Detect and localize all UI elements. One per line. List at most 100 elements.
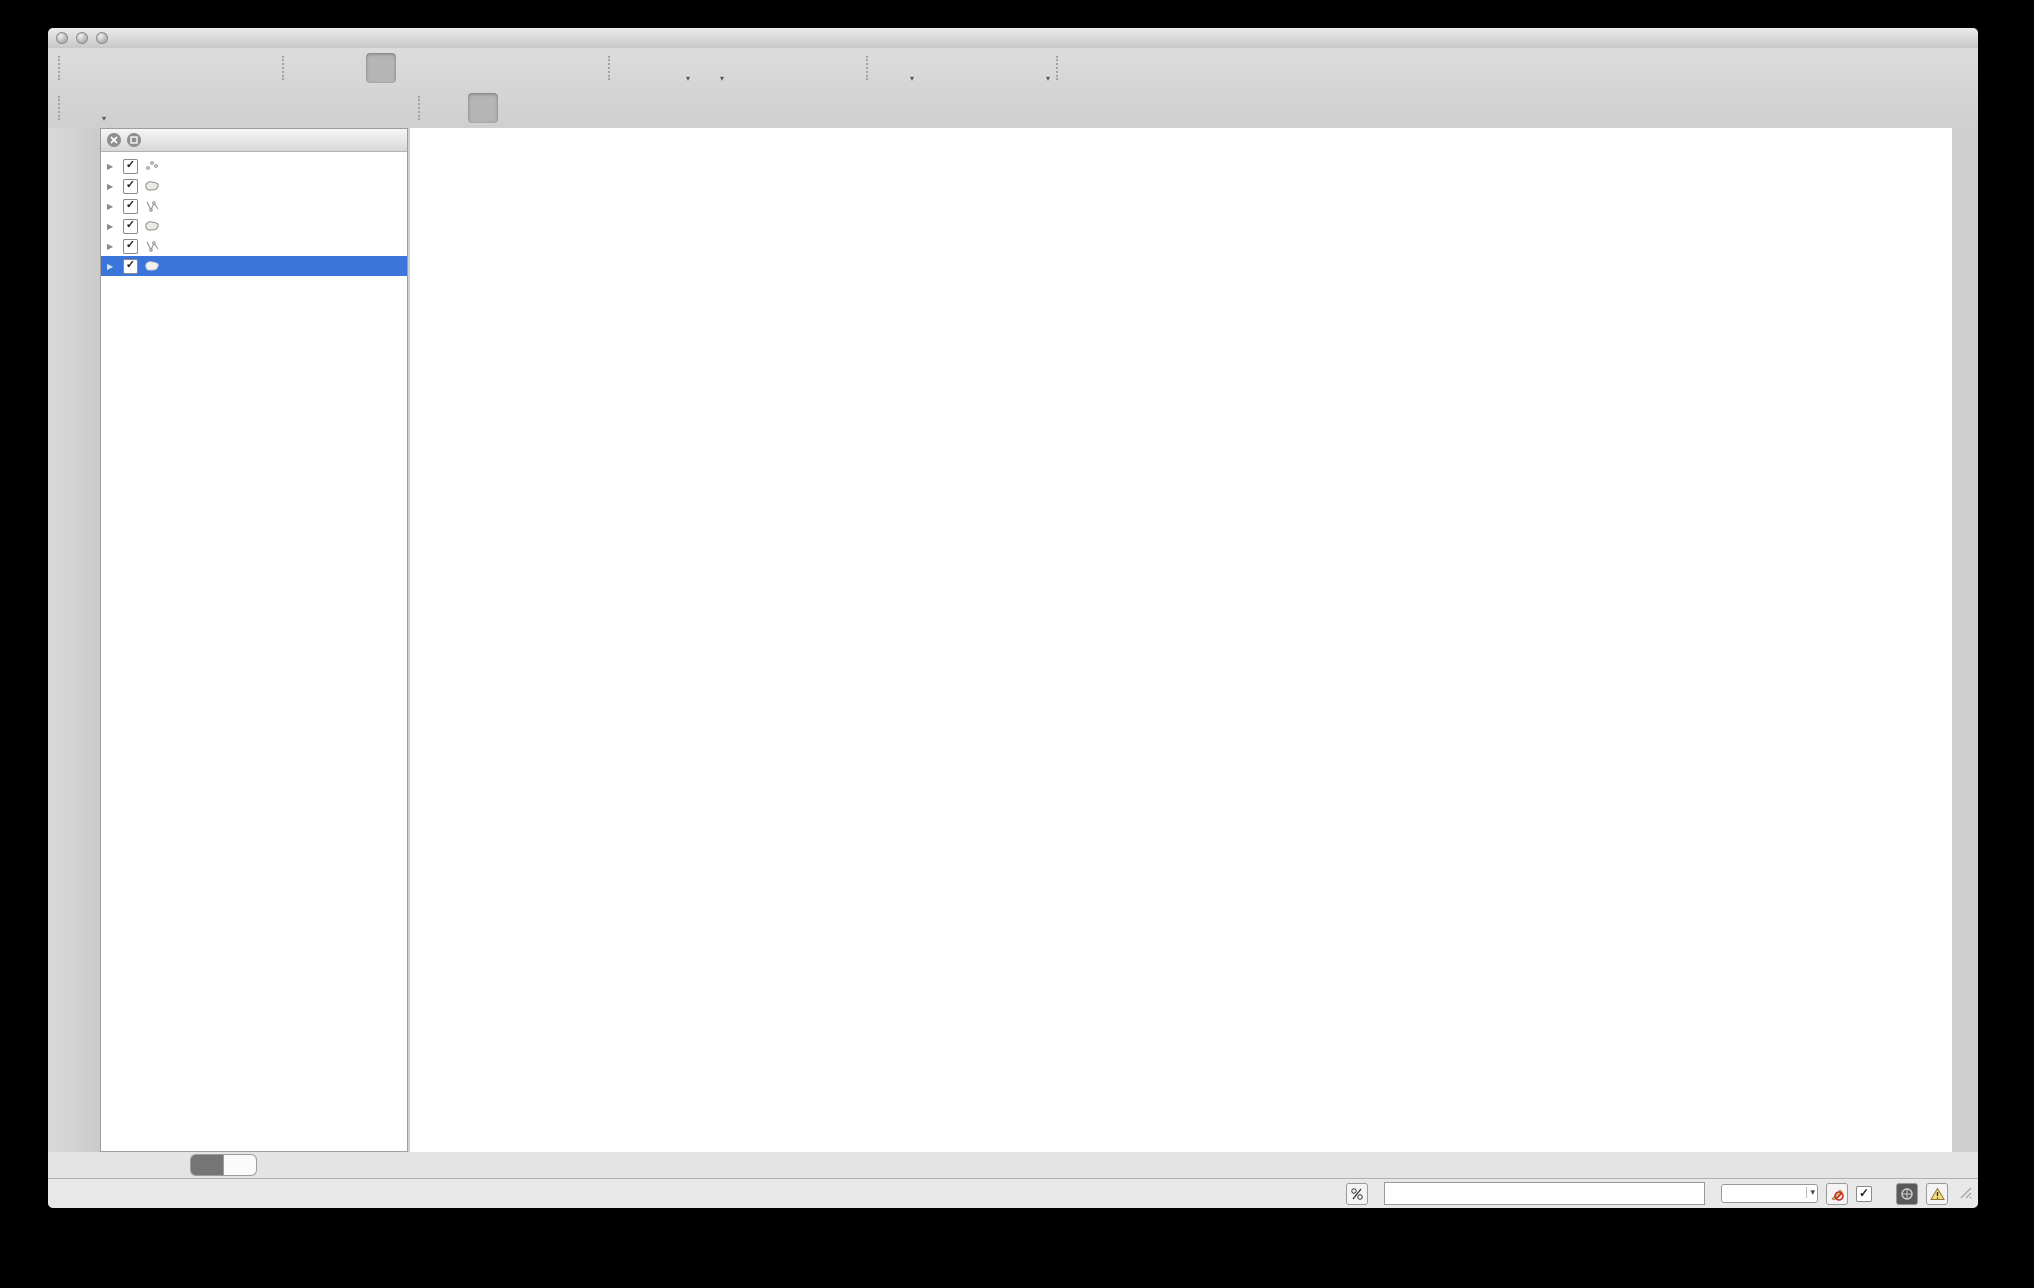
change-label-button[interactable] bbox=[672, 93, 702, 123]
layer-visibility-checkbox[interactable] bbox=[123, 239, 138, 254]
unpin-labels-button[interactable] bbox=[502, 93, 532, 123]
expand-arrow-icon[interactable] bbox=[107, 182, 117, 191]
node-tool-button[interactable] bbox=[244, 93, 274, 123]
add-mssql-layer-button[interactable] bbox=[57, 298, 91, 332]
move-label-button[interactable] bbox=[604, 93, 634, 123]
save-layer-edits-button[interactable] bbox=[142, 93, 172, 123]
help-contents-button[interactable] bbox=[1072, 53, 1102, 83]
zoom-out-button[interactable] bbox=[400, 53, 430, 83]
polygon-layer-icon bbox=[144, 179, 162, 193]
rotate-label-button[interactable] bbox=[638, 93, 668, 123]
add-delimited-text-layer-button[interactable] bbox=[57, 454, 91, 488]
layer-row-places[interactable] bbox=[101, 156, 407, 176]
pin-labels-button[interactable] bbox=[468, 93, 498, 123]
layer-visibility-checkbox[interactable] bbox=[123, 219, 138, 234]
zoom-next-button[interactable] bbox=[536, 53, 566, 83]
panel-close-icon[interactable] bbox=[107, 133, 121, 147]
labeling-options-button[interactable] bbox=[434, 93, 464, 123]
add-raster-layer-button[interactable] bbox=[57, 181, 91, 215]
main-toolbar bbox=[48, 48, 1978, 88]
minimize-window-button[interactable] bbox=[76, 32, 88, 44]
layer-visibility-checkbox[interactable] bbox=[123, 259, 138, 274]
expand-arrow-icon[interactable] bbox=[107, 202, 117, 211]
render-checkbox[interactable] bbox=[1856, 1186, 1872, 1202]
pan-map-button[interactable] bbox=[298, 53, 328, 83]
zoom-full-extent-button[interactable] bbox=[468, 53, 498, 83]
whats-this-button[interactable] bbox=[1106, 53, 1136, 83]
titlebar[interactable] bbox=[48, 28, 1978, 49]
show-hide-labels-button[interactable] bbox=[570, 93, 600, 123]
layers-list bbox=[101, 152, 407, 276]
add-feature-button[interactable] bbox=[176, 93, 206, 123]
point-layer-icon bbox=[144, 159, 162, 173]
log-messages-icon[interactable] bbox=[1926, 1183, 1948, 1205]
field-calculator-button[interactable] bbox=[828, 53, 858, 83]
window-controls bbox=[56, 32, 108, 44]
measure-line-button[interactable] bbox=[882, 53, 912, 83]
layer-row-buildings[interactable] bbox=[101, 176, 407, 196]
select-by-expression-button[interactable] bbox=[760, 53, 790, 83]
layer-visibility-checkbox[interactable] bbox=[123, 179, 138, 194]
line-layer-icon bbox=[144, 199, 162, 213]
add-postgis-layer-button[interactable] bbox=[57, 220, 91, 254]
tab-browser[interactable] bbox=[224, 1154, 257, 1176]
run-feature-action-button[interactable] bbox=[658, 53, 688, 83]
layer-visibility-checkbox[interactable] bbox=[123, 159, 138, 174]
new-bookmark-button[interactable] bbox=[950, 53, 980, 83]
text-annotation-button[interactable] bbox=[1018, 53, 1048, 83]
crs-status-icon[interactable] bbox=[1896, 1183, 1918, 1205]
open-attribute-table-button[interactable] bbox=[794, 53, 824, 83]
layer-row-water[interactable] bbox=[101, 216, 407, 236]
pan-to-selection-button[interactable] bbox=[332, 53, 362, 83]
zoom-actual-size-button[interactable] bbox=[434, 53, 464, 83]
add-spatialite-layer-button[interactable] bbox=[57, 259, 91, 293]
identify-features-button[interactable] bbox=[624, 53, 654, 83]
new-project-button[interactable] bbox=[74, 53, 104, 83]
scale-combobox[interactable] bbox=[1721, 1184, 1818, 1203]
move-feature-button[interactable] bbox=[210, 93, 240, 123]
layer-row-landuse[interactable] bbox=[101, 256, 407, 276]
map-canvas[interactable] bbox=[410, 128, 1952, 1152]
copy-features-button[interactable] bbox=[346, 93, 376, 123]
select-features-button[interactable] bbox=[692, 53, 722, 83]
zoom-in-button[interactable] bbox=[366, 53, 396, 83]
highlight-pinned-labels-button[interactable] bbox=[536, 93, 566, 123]
remove-layer-button[interactable] bbox=[57, 532, 91, 566]
add-wcs-layer-button[interactable] bbox=[57, 376, 91, 410]
delete-selected-button[interactable] bbox=[278, 93, 308, 123]
deselect-features-button[interactable] bbox=[726, 53, 756, 83]
stop-rendering-icon[interactable] bbox=[1826, 1183, 1848, 1205]
expand-arrow-icon[interactable] bbox=[107, 242, 117, 251]
resize-grip-icon[interactable] bbox=[1958, 1185, 1972, 1202]
layer-row-roads[interactable] bbox=[101, 196, 407, 216]
paste-features-button[interactable] bbox=[380, 93, 410, 123]
add-wms-layer-button[interactable] bbox=[57, 337, 91, 371]
zoom-window-button[interactable] bbox=[96, 32, 108, 44]
add-vector-layer-button[interactable] bbox=[57, 142, 91, 176]
save-project-as-button[interactable] bbox=[176, 53, 206, 83]
close-window-button[interactable] bbox=[56, 32, 68, 44]
coordinate-toggle-icon[interactable] bbox=[1346, 1183, 1368, 1205]
save-project-button[interactable] bbox=[142, 53, 172, 83]
layer-row-rivers[interactable] bbox=[101, 236, 407, 256]
new-spatialite-layer-button[interactable] bbox=[57, 493, 91, 527]
expand-arrow-icon[interactable] bbox=[107, 262, 117, 271]
tab-layers[interactable] bbox=[190, 1154, 224, 1176]
map-tips-button[interactable] bbox=[916, 53, 946, 83]
open-project-button[interactable] bbox=[108, 53, 138, 83]
current-edits-button[interactable] bbox=[74, 93, 104, 123]
expand-arrow-icon[interactable] bbox=[107, 162, 117, 171]
toggle-editing-button[interactable] bbox=[108, 93, 138, 123]
cut-features-button[interactable] bbox=[312, 93, 342, 123]
panel-float-icon[interactable] bbox=[127, 133, 141, 147]
composer-manager-button[interactable] bbox=[244, 53, 274, 83]
zoom-last-button[interactable] bbox=[502, 53, 532, 83]
add-wfs-layer-button[interactable] bbox=[57, 415, 91, 449]
coordinate-input[interactable] bbox=[1384, 1182, 1705, 1205]
layer-visibility-checkbox[interactable] bbox=[123, 199, 138, 214]
show-bookmarks-button[interactable] bbox=[984, 53, 1014, 83]
new-print-composer-button[interactable] bbox=[210, 53, 240, 83]
expand-arrow-icon[interactable] bbox=[107, 222, 117, 231]
refresh-map-button[interactable] bbox=[570, 53, 600, 83]
qgis-window bbox=[48, 28, 1978, 1208]
